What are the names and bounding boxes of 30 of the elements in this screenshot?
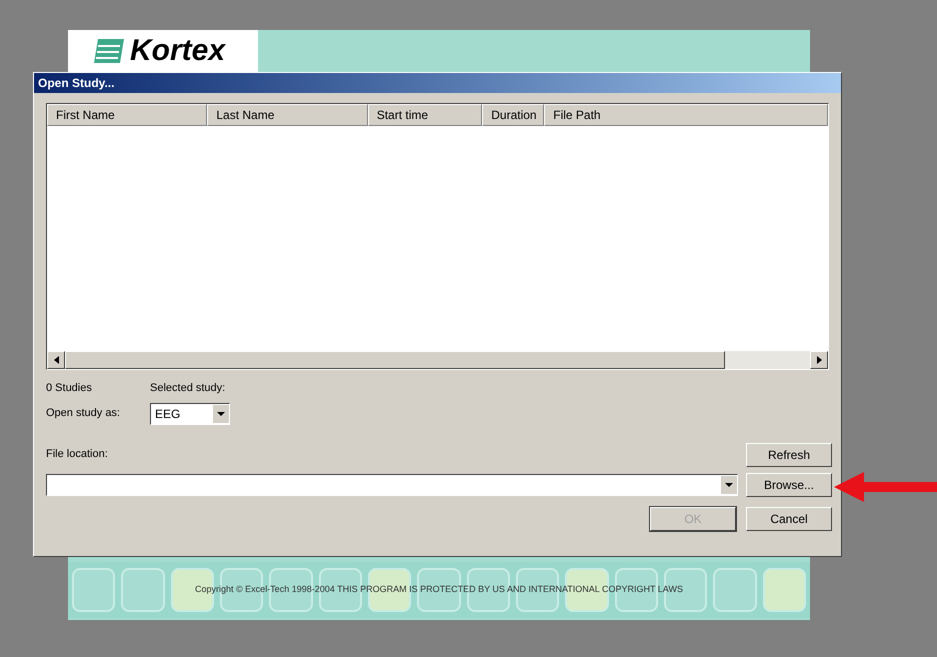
scroll-right-button[interactable] [810,351,828,369]
column-header[interactable]: First Name [47,104,208,126]
right-arrow-icon [816,356,822,364]
column-header[interactable]: Last Name [207,104,368,126]
study-type-dropdown[interactable]: EEG [150,402,230,424]
window-title: Open Study... [34,73,841,93]
banner-tile [713,568,757,612]
horizontal-scrollbar[interactable] [47,351,828,369]
left-arrow-icon [54,356,58,364]
banner-tile [762,568,806,612]
dropdown-arrow-icon [217,412,225,416]
selected-study-label: Selected study: [150,381,226,396]
dialog-button[interactable]: Cancel [746,506,832,530]
scroll-thumb[interactable] [65,351,725,369]
column-header[interactable]: Duration [482,104,544,126]
study-count: 0 Studies [46,381,93,396]
file-location-dropdown[interactable] [46,474,738,496]
dialog-button[interactable]: Refresh [746,442,832,466]
banner-tile [72,568,116,612]
banner-tile [121,568,165,612]
dialog-button[interactable]: Browse... [746,472,832,496]
scroll-left-button[interactable] [47,351,65,369]
logo-icon [92,37,126,65]
file-location-label: File location: [46,447,108,462]
column-header[interactable]: File Path [544,104,828,126]
copyright-text: Copyright © Excel-Tech 1998-2004 THIS PROGRAM IS PROTECTED BY US AND INTERNATIONAL COPYRIGHT LAWS [194,583,684,596]
dropdown-arrow-icon [725,482,733,486]
open-as-label: Open study as: [46,406,121,422]
column-header[interactable]: Start time [368,104,482,126]
logo-text: Kortex [130,36,226,66]
